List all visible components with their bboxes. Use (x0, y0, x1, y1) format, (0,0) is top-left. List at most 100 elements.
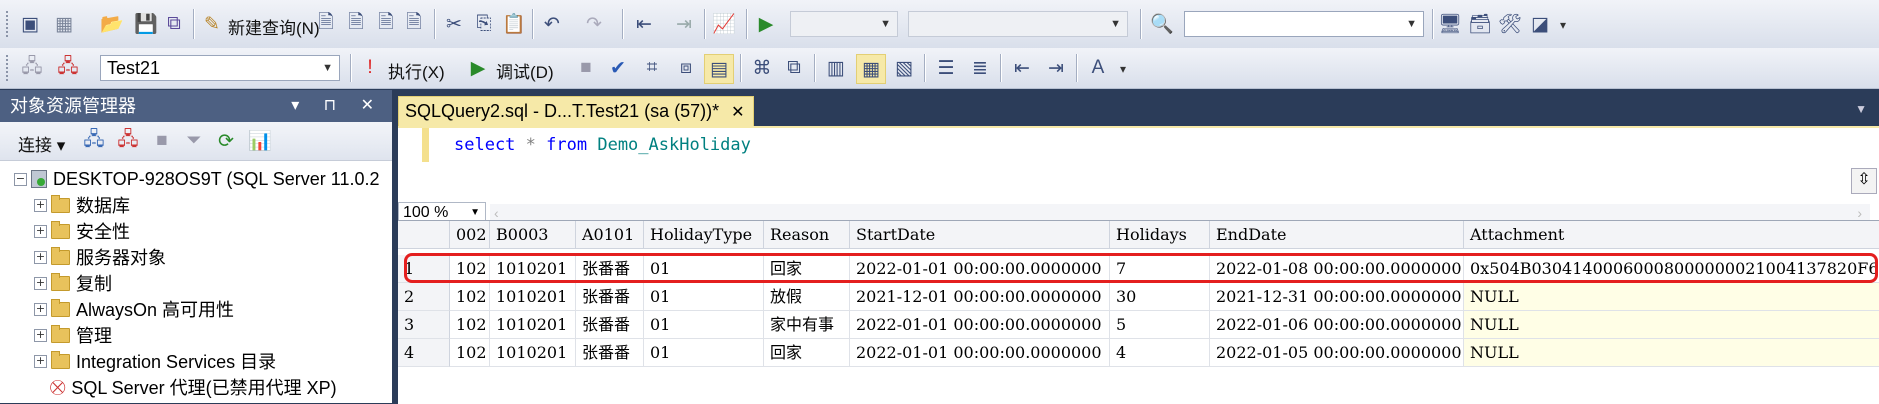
table-cell[interactable]: 102 (450, 311, 490, 339)
tab-list-dropdown-icon[interactable]: ▼ (1855, 102, 1867, 116)
column-header[interactable] (398, 221, 450, 249)
table-cell[interactable]: 01 (644, 311, 764, 339)
specify-template-icon[interactable]: A (1084, 54, 1112, 82)
query-file-icon[interactable]: 🗎 (312, 10, 340, 38)
database-combo[interactable]: Test21 ▼ (100, 55, 340, 81)
table-cell[interactable]: 张番番 (576, 339, 644, 367)
results-grid[interactable]: 002 B0003 A0101 HolidayType Reason StartDate H… (398, 220, 1879, 404)
toolbar-overflow-icon[interactable]: ▾ (1120, 62, 1126, 76)
activity-monitor-icon[interactable]: 📈 (710, 10, 738, 38)
table-cell[interactable]: 回家 (764, 339, 850, 367)
parse-icon[interactable]: ✔ (604, 54, 632, 82)
table-cell[interactable]: 2022-01-06 00:00:00.0000000 (1210, 311, 1464, 339)
tree-node-server[interactable]: − DESKTOP-928OS9T (SQL Server 11.0.2 (14, 167, 379, 191)
dmx-query-icon[interactable]: 🗎 (372, 10, 400, 38)
mdx-query-icon[interactable]: 🗎 (342, 10, 370, 38)
new-project-icon[interactable]: ▣ (16, 10, 44, 38)
tree-node-management[interactable]: + 管理 (34, 323, 112, 347)
table-cell[interactable]: NULL (1464, 339, 1879, 367)
row-number[interactable]: 3 (398, 311, 450, 339)
table-cell[interactable]: 张番番 (576, 311, 644, 339)
column-header[interactable]: 002 (450, 221, 490, 249)
cancel-query-icon[interactable]: ■ (572, 54, 600, 82)
expand-icon[interactable]: + (34, 328, 47, 342)
query-designer-icon[interactable]: ⧈ (672, 54, 700, 82)
tree-node-sql-agent[interactable]: ⛒ SQL Server 代理(已禁用代理 XP) (50, 375, 337, 399)
row-number[interactable]: 1 (398, 255, 450, 283)
table-cell[interactable]: 放假 (764, 283, 850, 311)
table-cell[interactable]: 张番番 (576, 283, 644, 311)
add-item-icon[interactable]: ▦ (50, 10, 78, 38)
open-file-icon[interactable]: 📂 (98, 10, 126, 38)
table-cell[interactable]: 1010201 (490, 283, 576, 311)
execute-button[interactable]: 执行(X) (388, 58, 445, 83)
table-cell[interactable]: 01 (644, 255, 764, 283)
table-cell[interactable]: NULL (1464, 283, 1879, 311)
table-cell[interactable]: 2022-01-01 00:00:00.0000000 (850, 255, 1110, 283)
expand-icon[interactable]: + (34, 354, 47, 368)
execute-icon[interactable]: ! (356, 54, 384, 82)
include-plan-icon[interactable]: ⧉ (780, 54, 808, 82)
table-cell[interactable]: 0x504B03041400060008000000021004137820F6… (1464, 255, 1879, 283)
display-plan-icon[interactable]: ⌗ (638, 54, 666, 82)
start-debug-icon[interactable]: ▶ (752, 10, 780, 38)
table-cell[interactable]: 2022-01-01 00:00:00.0000000 (850, 339, 1110, 367)
new-query-button[interactable]: 新建查询(N) (228, 14, 320, 39)
refresh-icon[interactable]: ⟳ (212, 127, 240, 155)
undo-icon[interactable]: ↶ (538, 10, 566, 38)
connect-icon[interactable]: 🖧 (18, 54, 46, 82)
object-explorer-icon[interactable]: 🗃 (1466, 10, 1494, 38)
xmla-query-icon[interactable]: 🗎 (400, 10, 428, 38)
column-header[interactable]: HolidayType (644, 221, 764, 249)
table-row[interactable]: 4 102 1010201 张番番 01 回家 2022-01-01 00:00:00.00… (398, 339, 1879, 367)
expand-icon[interactable]: + (34, 276, 47, 290)
connect-object-explorer-icon[interactable]: 🖧 (80, 127, 108, 155)
table-cell[interactable]: 7 (1110, 255, 1210, 283)
results-to-text-icon[interactable]: ▥ (822, 54, 850, 82)
disconnect-icon[interactable]: 🖧 (114, 127, 142, 155)
split-editor-icon[interactable]: ⇳ (1851, 168, 1877, 194)
decrease-indent-icon[interactable]: ⇤ (1008, 54, 1036, 82)
column-header[interactable]: Attachment (1464, 221, 1879, 249)
stop-icon[interactable]: ■ (148, 127, 176, 155)
toolbox-icon[interactable]: ◪ (1526, 10, 1554, 38)
column-header[interactable]: StartDate (850, 221, 1110, 249)
save-icon[interactable]: 💾 (132, 10, 160, 38)
row-number[interactable]: 2 (398, 283, 450, 311)
tree-node-integration-services[interactable]: + Integration Services 目录 (34, 349, 276, 373)
comment-out-icon[interactable]: ☰ (932, 54, 960, 82)
toolbar-grip[interactable] (6, 11, 12, 37)
table-cell[interactable]: 2022-01-08 00:00:00.0000000 (1210, 255, 1464, 283)
tree-node-security[interactable]: + 安全性 (34, 219, 130, 243)
intellisense-icon[interactable]: ⌘ (748, 54, 776, 82)
navigate-forward-icon[interactable]: ⇥ (670, 10, 698, 38)
solution-platform-combo[interactable]: ▼ (908, 11, 1128, 37)
close-tab-icon[interactable]: ✕ (731, 104, 744, 121)
column-header[interactable]: A0101 (576, 221, 644, 249)
column-header[interactable]: B0003 (490, 221, 576, 249)
table-cell[interactable]: 30 (1110, 283, 1210, 311)
table-cell[interactable]: 2021-12-01 00:00:00.0000000 (850, 283, 1110, 311)
paste-icon[interactable]: 📋 (500, 10, 528, 38)
registered-servers-icon[interactable]: 🖥 (1436, 10, 1464, 38)
find-combo[interactable]: ▼ (1184, 11, 1424, 37)
table-cell[interactable]: 2022-01-01 00:00:00.0000000 (850, 311, 1110, 339)
table-cell[interactable]: 102 (450, 255, 490, 283)
table-cell[interactable]: 1010201 (490, 339, 576, 367)
uncomment-icon[interactable]: ≣ (966, 54, 994, 82)
table-cell[interactable]: 5 (1110, 311, 1210, 339)
table-cell[interactable]: 张番番 (576, 255, 644, 283)
table-cell[interactable]: 1010201 (490, 255, 576, 283)
query-tab[interactable]: SQLQuery2.sql - D...T.Test21 (sa (57))* ✕ (398, 96, 754, 127)
expand-icon[interactable]: + (34, 250, 47, 264)
row-number[interactable]: 4 (398, 339, 450, 367)
tree-node-alwayson[interactable]: + AlwaysOn 高可用性 (34, 297, 234, 321)
query-text[interactable]: select * from Demo_AskHoliday (454, 135, 751, 155)
table-cell[interactable]: 家中有事 (764, 311, 850, 339)
new-query-icon[interactable]: ✎ (198, 10, 226, 38)
table-row[interactable]: 2 102 1010201 张番番 01 放假 2021-12-01 00:00:00.00… (398, 283, 1879, 311)
cut-icon[interactable]: ✂ (440, 10, 468, 38)
disconnect-icon[interactable]: 🖧 (54, 54, 82, 82)
table-cell[interactable]: 01 (644, 339, 764, 367)
toolbar-grip[interactable] (6, 55, 12, 81)
